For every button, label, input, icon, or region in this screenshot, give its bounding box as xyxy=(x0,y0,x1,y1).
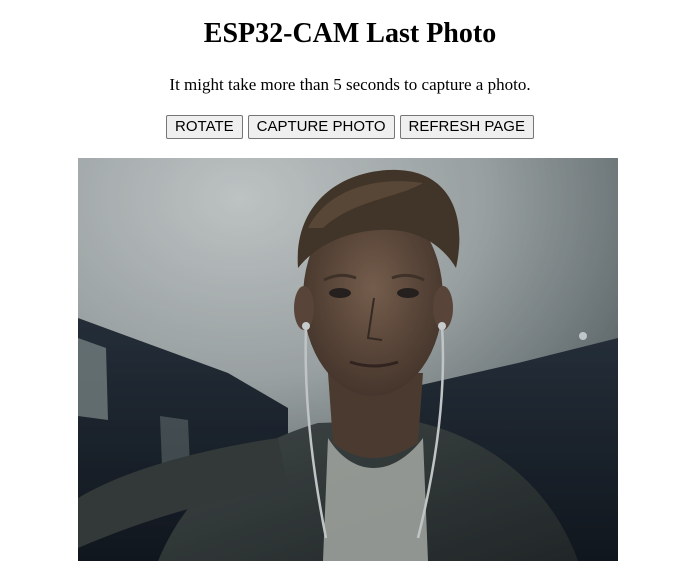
rotate-button[interactable]: ROTATE xyxy=(166,115,243,139)
page: ESP32-CAM Last Photo It might take more … xyxy=(0,0,700,575)
selfie-photo xyxy=(78,158,618,561)
refresh-page-button[interactable]: REFRESH PAGE xyxy=(399,115,534,139)
page-title: ESP32-CAM Last Photo xyxy=(203,18,497,49)
capture-photo-button[interactable]: CAPTURE PHOTO xyxy=(247,115,395,139)
controls-bar: ROTATE CAPTURE PHOTO REFRESH PAGE xyxy=(0,115,700,139)
page-subtitle: It might take more than 5 seconds to cap… xyxy=(169,75,531,94)
photo-display xyxy=(78,158,618,561)
